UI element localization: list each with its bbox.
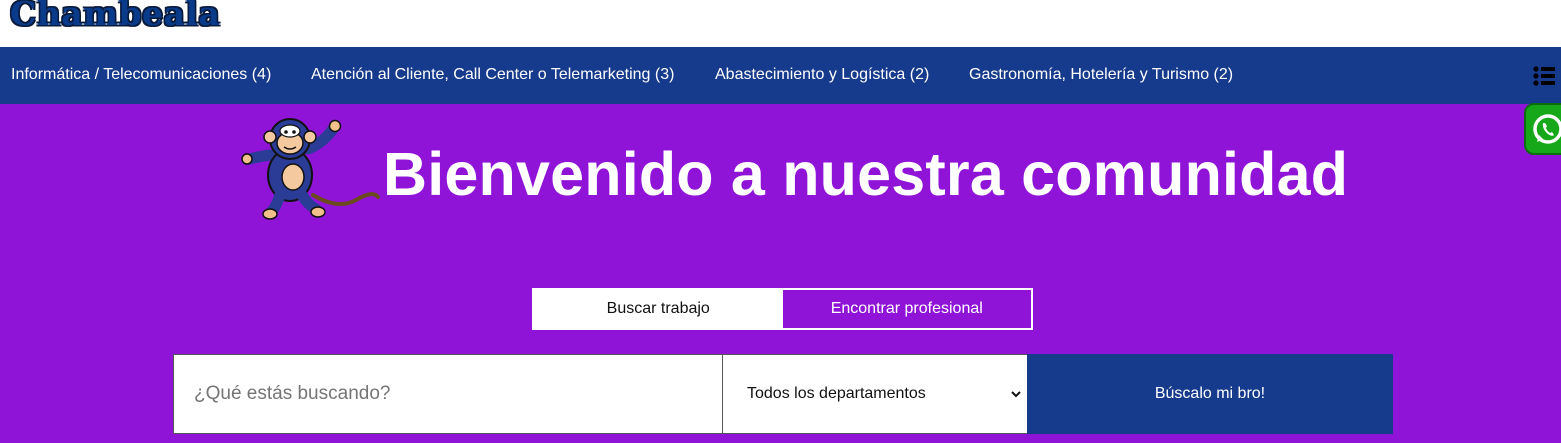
nav-item-gastronomia[interactable]: Gastronomía, Hotelería y Turismo (2) (969, 66, 1233, 84)
hero-title: Bienvenido a nuestra comunidad (383, 140, 1349, 208)
search-mode-tabs: Buscar trabajo Encontrar profesional (532, 288, 1033, 330)
category-navbar: Informática / Telecomunicaciones (4) Ate… (0, 47, 1561, 104)
department-select[interactable]: Todos los departamentos (722, 354, 1028, 434)
nav-item-logistica[interactable]: Abastecimiento y Logística (2) (715, 66, 929, 84)
search-button[interactable]: Búscalo mi bro! (1027, 354, 1393, 434)
top-header: Chambeala (0, 0, 1561, 47)
whatsapp-icon (1533, 114, 1561, 144)
chevron-down-icon (1011, 391, 1021, 398)
nav-item-atencion-cliente[interactable]: Atención al Cliente, Call Center o Telem… (311, 66, 674, 84)
tab-encontrar-profesional[interactable]: Encontrar profesional (782, 290, 1031, 328)
nav-item-informatica[interactable]: Informática / Telecomunicaciones (4) (11, 66, 271, 84)
search-input[interactable] (173, 354, 723, 434)
whatsapp-button[interactable] (1524, 103, 1561, 155)
tab-buscar-trabajo[interactable]: Buscar trabajo (534, 290, 783, 328)
monkey-mascot-icon (241, 118, 380, 220)
list-icon[interactable] (1533, 66, 1555, 86)
department-selected-value: Todos los departamentos (747, 385, 926, 402)
brand-logo[interactable]: Chambeala (10, 0, 220, 33)
